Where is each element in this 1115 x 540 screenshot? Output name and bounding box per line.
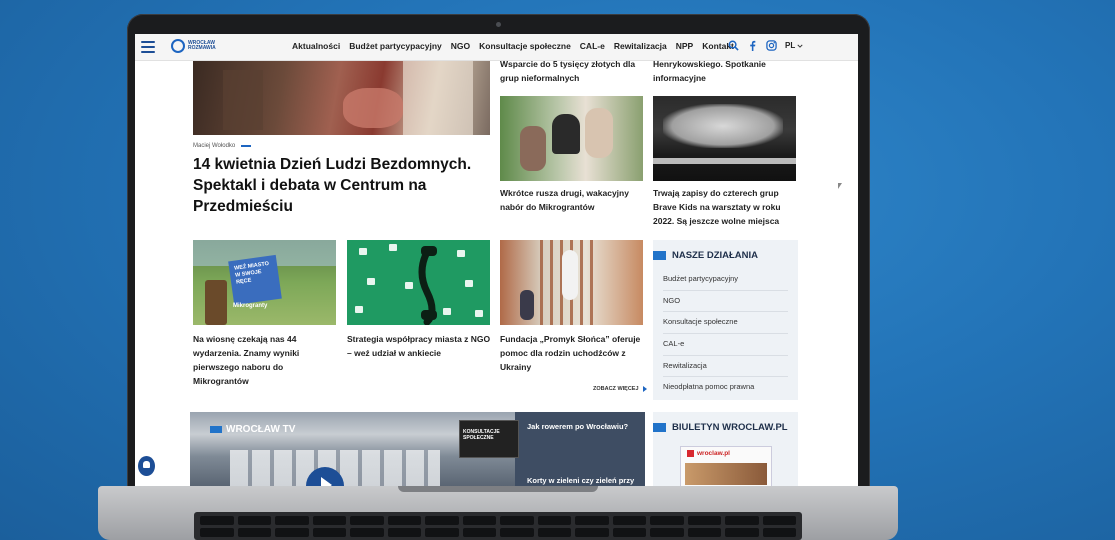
keyboard (194, 512, 802, 540)
laptop-camera (496, 22, 501, 27)
author-name: Maciej Wołodko (193, 143, 236, 149)
main-article-image[interactable] (193, 60, 490, 135)
nav-item-npp[interactable]: NPP (676, 41, 693, 51)
sidebar-item-pomoc-prawna[interactable]: Nieodpłatna pomoc prawna (663, 377, 788, 398)
see-more-label: ZOBACZ WIĘCEJ (593, 386, 639, 392)
language-select[interactable]: PL (785, 41, 803, 50)
nav-item-konsultacje[interactable]: Konsultacje społeczne (479, 41, 571, 51)
main-article-headline[interactable]: 14 kwietnia Dzień Ludzi Bezdomnych. Spek… (193, 154, 473, 217)
flag-icon (210, 426, 222, 433)
search-icon[interactable] (728, 40, 739, 51)
arrow-right-icon (642, 386, 647, 392)
card-caption-brave-kids[interactable]: Trwają zapisy do czterech grup Brave Kid… (653, 186, 798, 228)
sidebar-list: Budżet partycypacyjny NGO Konsultacje sp… (663, 269, 788, 398)
tv-playlist: KONSULTACJE SPOŁECZNE Jak rowerem po Wro… (459, 412, 645, 486)
browser-screen: WROCŁAW ROZMAWIA Aktualności Budżet part… (135, 34, 858, 486)
biuletyn-thumbnail[interactable]: wroclaw.pl (680, 446, 772, 486)
pattern-graphic (355, 244, 483, 325)
card-caption-mikrogranty[interactable]: Wkrótce rusza drugi, wakacyjny nabór do … (500, 186, 640, 214)
article-author: Maciej Wołodko (193, 143, 252, 149)
nav-item-cal-e[interactable]: CAL-e (580, 41, 605, 51)
site-logo[interactable]: WROCŁAW ROZMAWIA (171, 39, 218, 53)
card-image-text: WEŹ MIASTO W SWOJE RĘCE (233, 260, 270, 286)
notification-bell-icon[interactable] (138, 456, 155, 476)
card-image-subtext: Mikrogranty (233, 303, 268, 309)
header-tools: PL (728, 40, 803, 51)
card-image-wydarzenia[interactable]: WEŹ MIASTO W SWOJE RĘCE Mikrogranty (193, 240, 336, 325)
main-nav: Aktualności Budżet partycypacyjny NGO Ko… (292, 41, 734, 51)
tv-item-2[interactable]: Kortу w zieleni czy zieleń przy (527, 476, 634, 485)
top-caption-left[interactable]: Wsparcie do 5 tysięcy złotych dla grup n… (500, 57, 640, 85)
card-caption-promyk[interactable]: Fundacja „Promyk Słońca” oferuje pomoc d… (500, 332, 645, 374)
facebook-icon[interactable] (747, 40, 758, 51)
flag-icon (653, 423, 666, 432)
language-label: PL (785, 41, 796, 50)
tv-item-1[interactable]: Jak rowerem po Wrocławiu? (527, 422, 628, 431)
laptop-base (98, 486, 898, 540)
chevron-down-icon (797, 44, 803, 48)
sidebar-biuletyn: BIULETYN WROCLAW.PL wroclaw.pl (653, 412, 798, 486)
mouse-cursor-icon (838, 183, 842, 189)
card-caption-wydarzenia[interactable]: Na wiosnę czekają nas 44 wydarzenia. Zna… (193, 332, 338, 388)
wroclaw-tv-section: WROCŁAW TV KONSULTACJE SPOŁECZNE Jak row… (190, 412, 645, 486)
nav-item-budzet[interactable]: Budżet partycypacyjny (349, 41, 442, 51)
card-image-mikrogranty[interactable] (500, 96, 643, 181)
sidebar-item-rewitalizacja[interactable]: Rewitalizacja (663, 356, 788, 378)
sidebar-item-cal-e[interactable]: CAL-e (663, 334, 788, 356)
card-image-brave-kids[interactable] (653, 96, 796, 181)
logo-text: WROCŁAW ROZMAWIA (188, 40, 216, 51)
tv-label: WROCŁAW TV (210, 424, 295, 435)
tv-thumb-text: KONSULTACJE SPOŁECZNE (463, 429, 500, 441)
biuletyn-thumb-text: wroclaw.pl (697, 450, 730, 457)
menu-icon[interactable] (141, 41, 155, 53)
top-caption-right[interactable]: Henrykowskiego. Spotkanie informacyjne (653, 57, 793, 85)
sidebar-title: NASZE DZIAŁANIA (653, 250, 758, 261)
logo-mark-icon (171, 39, 185, 53)
card-image-strategia[interactable] (347, 240, 490, 325)
see-more-link[interactable]: ZOBACZ WIĘCEJ (593, 386, 647, 392)
biuletyn-title: BIULETYN WROCLAW.PL (653, 422, 788, 433)
instagram-icon[interactable] (766, 40, 777, 51)
card-image-promyk[interactable] (500, 240, 643, 325)
sidebar-item-budzet[interactable]: Budżet partycypacyjny (663, 269, 788, 291)
nav-item-ngo[interactable]: NGO (451, 41, 470, 51)
flag-icon (653, 251, 666, 260)
sidebar-nasze-dzialania: NASZE DZIAŁANIA Budżet partycypacyjny NG… (653, 240, 798, 400)
card-caption-strategia[interactable]: Strategia współpracy miasta z NGO – weź … (347, 332, 492, 360)
nav-item-aktualnosci[interactable]: Aktualności (292, 41, 340, 51)
tv-thumb-1[interactable]: KONSULTACJE SPOŁECZNE (459, 420, 519, 458)
nav-item-rewitalizacja[interactable]: Rewitalizacja (614, 41, 667, 51)
laptop-hinge (398, 486, 598, 492)
sidebar-item-konsultacje[interactable]: Konsultacje społeczne (663, 312, 788, 335)
sidebar-item-ngo[interactable]: NGO (663, 291, 788, 313)
site-header: WROCŁAW ROZMAWIA Aktualności Budżet part… (135, 34, 858, 61)
